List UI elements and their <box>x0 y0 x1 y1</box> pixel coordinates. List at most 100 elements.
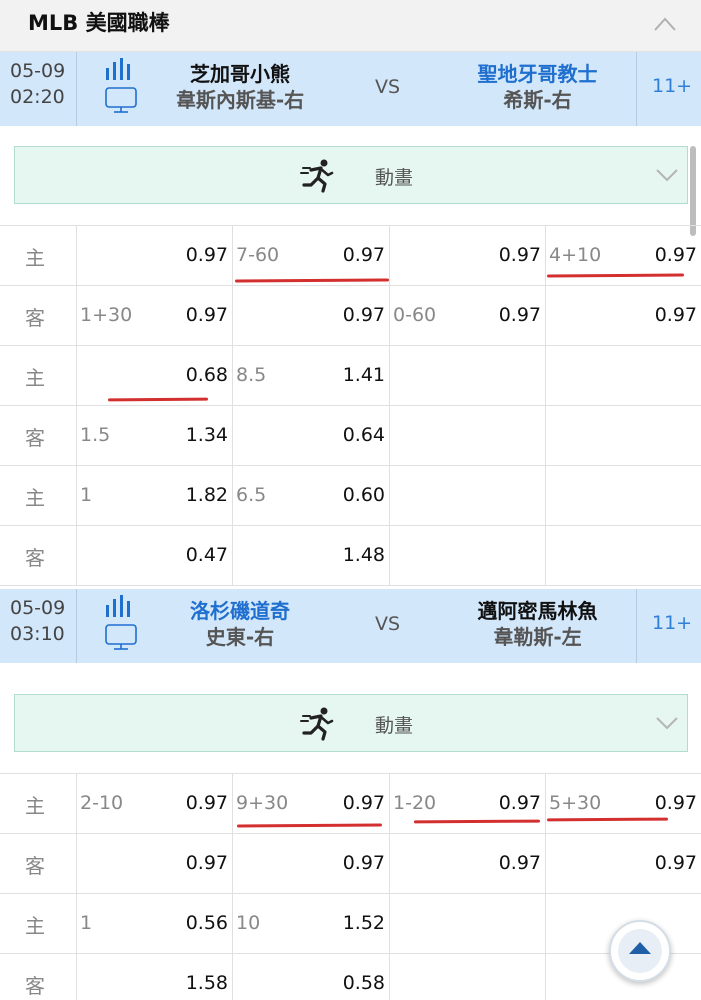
row-side-label: 主 <box>25 366 45 390</box>
odds-value[interactable]: 0.68 <box>168 364 228 386</box>
row-side-label: 主 <box>25 794 45 818</box>
handicap-line[interactable]: 1 <box>80 912 92 934</box>
home-pitcher: 史東-右 <box>205 625 275 649</box>
odds-value[interactable]: 0.97 <box>637 304 697 326</box>
runner-icon <box>300 159 334 193</box>
odds-row: 客 1.58 0.58 <box>0 954 701 1000</box>
handicap-line[interactable]: 4+10 <box>549 244 601 266</box>
chevron-down-icon[interactable] <box>655 167 679 183</box>
handicap-line[interactable]: 1 <box>80 484 92 506</box>
match-header[interactable]: 05-09 03:10 洛杉磯道奇 史東-右 VS 邁阿密馬林魚 韋勒斯-左 11+ <box>0 589 701 663</box>
odds-value[interactable]: 0.58 <box>325 972 385 994</box>
chevron-down-icon[interactable] <box>655 715 679 731</box>
divider <box>636 589 637 663</box>
odds-value[interactable]: 1.41 <box>325 364 385 386</box>
scrollbar[interactable] <box>690 146 696 236</box>
odds-row: 客 0.97 0.97 0.97 0.97 <box>0 834 701 894</box>
odds-row: 客 0.47 1.48 <box>0 526 701 586</box>
back-to-top-button[interactable] <box>609 920 671 982</box>
row-side-label: 主 <box>25 246 45 270</box>
chevron-up-icon[interactable] <box>652 14 678 34</box>
odds-value[interactable]: 0.97 <box>481 852 541 874</box>
match-date: 05-09 <box>10 60 66 82</box>
odds-value[interactable]: 1.48 <box>325 544 385 566</box>
away-team-name: 邁阿密馬林魚 <box>477 599 598 623</box>
odds-value[interactable]: 0.97 <box>325 304 385 326</box>
row-side-label: 客 <box>25 546 45 570</box>
away-team-name: 聖地牙哥教士 <box>477 62 598 86</box>
row-side-label: 客 <box>25 854 45 878</box>
odds-value[interactable]: 0.97 <box>637 244 697 266</box>
more-markets-link[interactable]: 11+ <box>652 75 692 97</box>
divider <box>636 52 637 126</box>
match-header[interactable]: 05-09 02:20 芝加哥小熊 韋斯內斯基-右 VS 聖地牙哥教士 希斯-右 11+ <box>0 52 701 126</box>
divider <box>76 589 77 663</box>
odds-value[interactable]: 0.97 <box>481 792 541 814</box>
odds-value[interactable]: 0.60 <box>325 484 385 506</box>
odds-value[interactable]: 0.97 <box>168 244 228 266</box>
odds-row: 主 0.68 8.5 1.41 <box>0 346 701 406</box>
odds-value[interactable]: 0.97 <box>325 244 385 266</box>
league-header[interactable]: MLB 美國職棒 <box>0 0 701 52</box>
handicap-line[interactable]: 9+30 <box>236 792 288 814</box>
handicap-line[interactable]: 6.5 <box>236 484 266 506</box>
odds-value[interactable]: 0.97 <box>168 852 228 874</box>
animation-label: 動畫 <box>375 167 414 189</box>
home-team-name: 洛杉磯道奇 <box>190 599 290 623</box>
app-root: MLB 美國職棒 05-09 02:20 芝加哥小熊 韋斯內斯基-右 VS 聖地牙哥教士希… <box>0 0 701 1000</box>
odds-value[interactable]: 1.58 <box>168 972 228 994</box>
handicap-line[interactable]: 1-20 <box>393 792 436 814</box>
match-time: 03:10 <box>10 623 65 645</box>
handicap-line[interactable]: 10 <box>236 912 260 934</box>
match-date: 05-09 <box>10 597 66 619</box>
handicap-line[interactable]: 2-10 <box>80 792 123 814</box>
odds-value[interactable]: 1.82 <box>168 484 228 506</box>
handicap-line[interactable]: 7-60 <box>236 244 279 266</box>
odds-row: 主 1 1.82 6.5 0.60 <box>0 466 701 526</box>
stats-bars-icon[interactable] <box>104 58 134 80</box>
odds-value[interactable]: 0.97 <box>481 304 541 326</box>
league-title: MLB 美國職棒 <box>28 11 170 35</box>
handicap-line[interactable]: 0-60 <box>393 304 436 326</box>
odds-value[interactable]: 0.97 <box>481 244 541 266</box>
odds-value[interactable]: 0.97 <box>168 792 228 814</box>
row-side-label: 主 <box>25 914 45 938</box>
handicap-line[interactable]: 1.5 <box>80 424 110 446</box>
away-pitcher: 韋勒斯-左 <box>493 625 582 649</box>
odds-value[interactable]: 0.97 <box>637 792 697 814</box>
home-pitcher: 韋斯內斯基-右 <box>175 88 305 112</box>
odds-value[interactable]: 0.64 <box>325 424 385 446</box>
odds-value[interactable]: 1.52 <box>325 912 385 934</box>
odds-value[interactable]: 1.34 <box>168 424 228 446</box>
row-side-label: 客 <box>25 306 45 330</box>
odds-value[interactable]: 0.97 <box>168 304 228 326</box>
stats-bars-icon[interactable] <box>104 595 134 617</box>
tv-icon[interactable] <box>104 86 138 114</box>
back-to-top-icon <box>629 942 651 954</box>
animation-label: 動畫 <box>375 715 414 737</box>
animation-bar[interactable]: 動畫 <box>14 694 688 752</box>
odds-value[interactable]: 0.47 <box>168 544 228 566</box>
home-team-name: 芝加哥小熊 <box>190 62 290 86</box>
more-markets-link[interactable]: 11+ <box>652 612 692 634</box>
handicap-line[interactable]: 1+30 <box>80 304 132 326</box>
row-side-label: 客 <box>25 974 45 998</box>
row-side-label: 客 <box>25 426 45 450</box>
odds-value[interactable]: 0.56 <box>168 912 228 934</box>
handicap-line[interactable]: 5+30 <box>549 792 601 814</box>
divider <box>76 52 77 126</box>
odds-value[interactable]: 0.97 <box>637 852 697 874</box>
odds-value[interactable]: 0.97 <box>325 852 385 874</box>
odds-row: 客 1.5 1.34 0.64 <box>0 406 701 466</box>
match-time: 02:20 <box>10 86 65 108</box>
runner-icon <box>300 707 334 741</box>
row-side-label: 主 <box>25 486 45 510</box>
odds-value[interactable]: 0.97 <box>325 792 385 814</box>
vs-label: VS <box>375 613 401 635</box>
away-pitcher: 希斯-右 <box>503 88 572 112</box>
odds-row: 客 1+30 0.97 0.97 0-60 0.97 0.97 <box>0 286 701 346</box>
animation-bar[interactable]: 動畫 <box>14 146 688 204</box>
odds-row: 主 1 0.56 10 1.52 <box>0 894 701 954</box>
handicap-line[interactable]: 8.5 <box>236 364 266 386</box>
tv-icon[interactable] <box>104 623 138 651</box>
